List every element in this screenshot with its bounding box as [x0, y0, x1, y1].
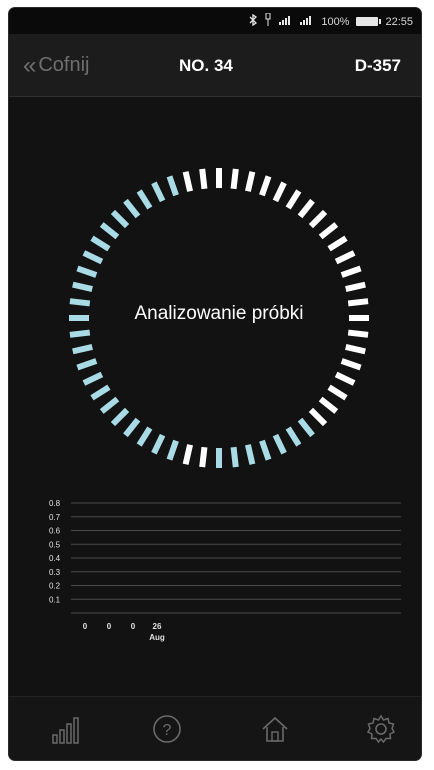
chart-svg: 0.8 0.7 0.6 0.5 0.4 0.3 0.2 0.1 0 0 0 26 Aug: [49, 499, 401, 642]
chart-y-tick: 0.3: [49, 568, 61, 577]
ring-segment: [297, 198, 315, 219]
ring-segment: [318, 222, 339, 240]
phone-screen: 100% 22:55 « Cofnij NO. 34 D-357 Analizo…: [9, 8, 421, 760]
progress-ring: Analizowanie próbki: [59, 158, 379, 478]
ring-segment: [182, 444, 193, 465]
chart-x-tick: 0: [131, 622, 136, 631]
ring-segment: [245, 171, 256, 192]
chart-y-tick: 0.1: [49, 595, 61, 604]
ring-segment: [76, 265, 98, 278]
ring-segment: [334, 250, 356, 265]
signal-icon: [279, 15, 293, 28]
ring-segment: [259, 439, 272, 461]
ring-segment: [245, 444, 256, 465]
chart-y-tick: 0.5: [49, 540, 61, 549]
ring-segment: [308, 209, 328, 229]
page-title: NO. 34: [179, 56, 233, 75]
signal-icon: [300, 15, 314, 28]
ring-segment: [182, 171, 193, 192]
chart-y-tick: 0.8: [49, 499, 61, 508]
tab-bar: ?: [9, 696, 421, 760]
ring-segment: [76, 358, 98, 371]
ring-segment: [347, 329, 369, 338]
nav-bar: « Cofnij NO. 34 D-357: [9, 34, 421, 97]
ring-segment: [69, 329, 91, 338]
ring-segment: [318, 396, 339, 414]
ring-segment: [308, 407, 328, 427]
results-chart: 0.8 0.7 0.6 0.5 0.4 0.3 0.2 0.1 0 0 0 26 Aug: [41, 493, 411, 663]
gear-icon: [366, 714, 396, 744]
ring-segment: [166, 439, 179, 461]
ring-segment: [166, 175, 179, 197]
ring-segment: [110, 209, 130, 229]
ring-segment: [82, 250, 104, 265]
status-bar: 100% 22:55: [9, 8, 421, 34]
ring-segment: [285, 426, 302, 447]
chart-x-tick: 26: [153, 622, 162, 631]
battery-icon: [356, 17, 382, 26]
chart-y-tick: 0.7: [49, 513, 61, 522]
tab-home[interactable]: [259, 713, 291, 745]
ring-segment: [340, 265, 362, 278]
ring-segment: [72, 344, 93, 355]
ring-segment: [99, 222, 120, 240]
ring-segment: [285, 189, 302, 210]
ring-segment: [199, 168, 208, 190]
ring-segment: [123, 198, 141, 219]
ring-segment: [82, 371, 104, 386]
battery-percent: 100%: [321, 15, 350, 28]
ring-segment: [90, 235, 111, 252]
home-icon: [262, 716, 288, 742]
back-label: Cofnij: [38, 54, 90, 76]
tab-stats[interactable]: [49, 713, 81, 745]
chart-y-tick: 0.4: [49, 554, 61, 563]
ring-segment: [151, 433, 166, 455]
chart-x-tick: 0: [107, 622, 112, 631]
status-icons: 100% 22:55: [249, 12, 413, 30]
ring-segment: [136, 426, 153, 447]
ring-segment: [230, 168, 239, 190]
chevron-left-icon: «: [23, 51, 37, 79]
ring-segment: [110, 407, 130, 427]
ring-segment: [345, 344, 366, 355]
ring-segment: [259, 175, 272, 197]
help-icon: ?: [153, 715, 181, 743]
ring-segment: [334, 371, 356, 386]
ring-segment: [123, 417, 141, 438]
ring-segment: [72, 281, 93, 292]
analysis-status-label: Analizowanie próbki: [134, 303, 304, 324]
ring-segment: [230, 446, 239, 468]
ring-segment: [151, 181, 166, 203]
ring-segment: [340, 358, 362, 371]
ring-segment: [345, 281, 366, 292]
ring-segment: [272, 181, 287, 203]
ring-segment: [297, 417, 315, 438]
ring-segment: [199, 446, 208, 468]
back-button[interactable]: « Cofnij: [23, 51, 90, 79]
usb-icon: [264, 12, 272, 30]
device-id: D-357: [354, 56, 401, 75]
tab-settings[interactable]: [365, 713, 397, 745]
tab-help[interactable]: ?: [151, 713, 183, 745]
chart-y-tick: 0.2: [49, 582, 61, 591]
ring-segment: [99, 396, 120, 414]
ring-segment: [272, 433, 287, 455]
chart-x-tick: 0: [83, 622, 88, 631]
chart-y-tick: 0.6: [49, 527, 61, 536]
ring-segment: [327, 235, 348, 252]
clock: 22:55: [385, 15, 413, 28]
ring-segment: [327, 384, 348, 401]
svg-text:?: ?: [163, 722, 172, 739]
bluetooth-icon: [249, 13, 258, 29]
ring-segment: [136, 189, 153, 210]
chart-x-sublabel: Aug: [149, 633, 165, 642]
ring-segment: [90, 384, 111, 401]
bar-chart-icon: [52, 717, 79, 744]
